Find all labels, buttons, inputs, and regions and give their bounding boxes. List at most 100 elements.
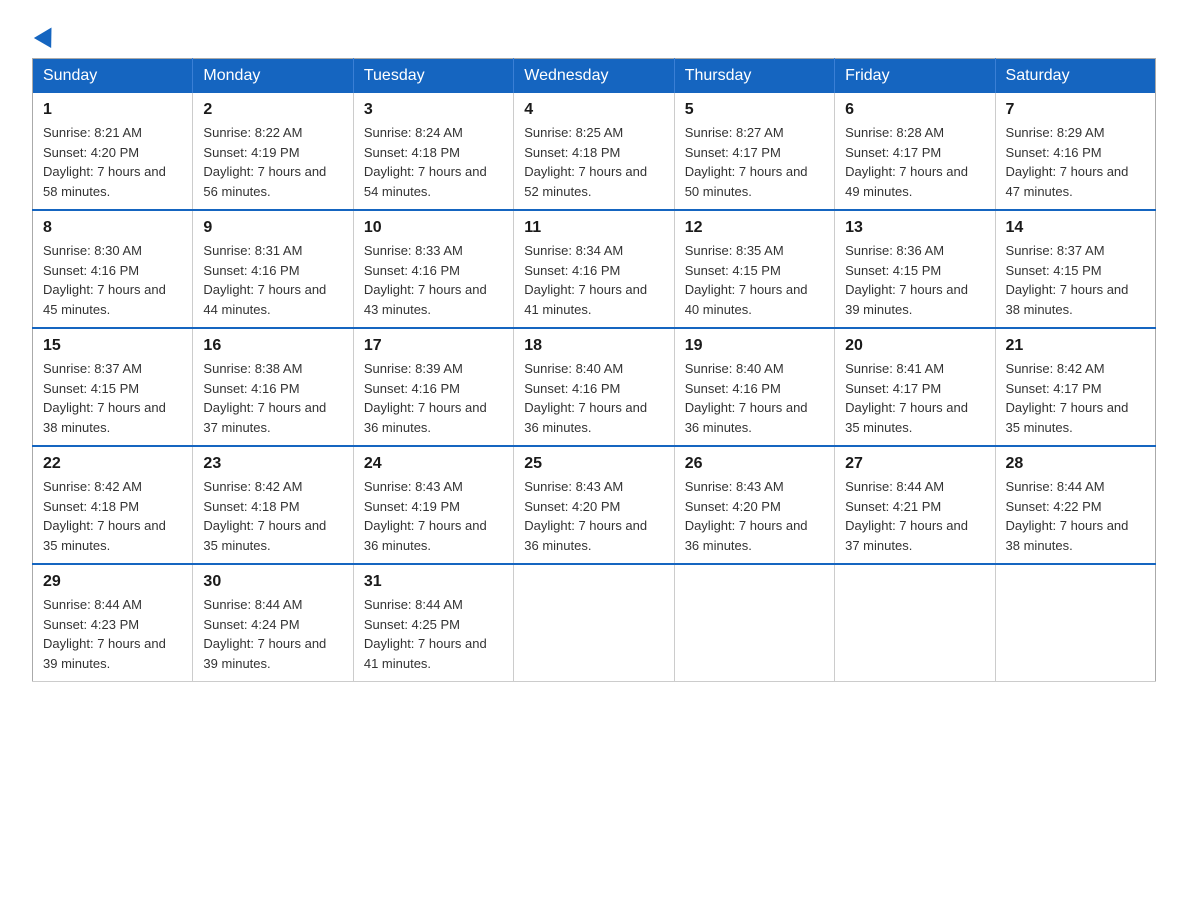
day-info: Sunrise: 8:27 AMSunset: 4:17 PMDaylight:… <box>685 125 808 199</box>
day-info: Sunrise: 8:40 AMSunset: 4:16 PMDaylight:… <box>685 361 808 435</box>
calendar-week-row: 29 Sunrise: 8:44 AMSunset: 4:23 PMDaylig… <box>33 564 1156 682</box>
calendar-cell: 8 Sunrise: 8:30 AMSunset: 4:16 PMDayligh… <box>33 210 193 328</box>
day-number: 30 <box>203 573 342 591</box>
calendar-cell: 26 Sunrise: 8:43 AMSunset: 4:20 PMDaylig… <box>674 446 834 564</box>
day-number: 31 <box>364 573 503 591</box>
day-number: 2 <box>203 101 342 119</box>
calendar-cell <box>514 564 674 682</box>
weekday-header-sunday: Sunday <box>33 59 193 94</box>
day-info: Sunrise: 8:43 AMSunset: 4:20 PMDaylight:… <box>524 479 647 553</box>
calendar-cell: 7 Sunrise: 8:29 AMSunset: 4:16 PMDayligh… <box>995 93 1155 210</box>
calendar-week-row: 8 Sunrise: 8:30 AMSunset: 4:16 PMDayligh… <box>33 210 1156 328</box>
day-number: 6 <box>845 101 984 119</box>
calendar-week-row: 1 Sunrise: 8:21 AMSunset: 4:20 PMDayligh… <box>33 93 1156 210</box>
day-number: 23 <box>203 455 342 473</box>
calendar-cell: 28 Sunrise: 8:44 AMSunset: 4:22 PMDaylig… <box>995 446 1155 564</box>
day-number: 13 <box>845 219 984 237</box>
day-info: Sunrise: 8:21 AMSunset: 4:20 PMDaylight:… <box>43 125 166 199</box>
day-number: 8 <box>43 219 182 237</box>
day-number: 21 <box>1006 337 1145 355</box>
day-number: 19 <box>685 337 824 355</box>
calendar-cell: 13 Sunrise: 8:36 AMSunset: 4:15 PMDaylig… <box>835 210 995 328</box>
day-number: 17 <box>364 337 503 355</box>
day-info: Sunrise: 8:43 AMSunset: 4:20 PMDaylight:… <box>685 479 808 553</box>
calendar-cell: 6 Sunrise: 8:28 AMSunset: 4:17 PMDayligh… <box>835 93 995 210</box>
day-info: Sunrise: 8:24 AMSunset: 4:18 PMDaylight:… <box>364 125 487 199</box>
logo-blue-text <box>32 28 56 46</box>
calendar-cell: 19 Sunrise: 8:40 AMSunset: 4:16 PMDaylig… <box>674 328 834 446</box>
day-info: Sunrise: 8:28 AMSunset: 4:17 PMDaylight:… <box>845 125 968 199</box>
day-info: Sunrise: 8:38 AMSunset: 4:16 PMDaylight:… <box>203 361 326 435</box>
logo-triangle-icon <box>34 22 60 48</box>
header <box>32 24 1156 46</box>
calendar-cell: 16 Sunrise: 8:38 AMSunset: 4:16 PMDaylig… <box>193 328 353 446</box>
day-number: 11 <box>524 219 663 237</box>
day-number: 28 <box>1006 455 1145 473</box>
day-number: 29 <box>43 573 182 591</box>
logo <box>32 24 56 46</box>
day-number: 25 <box>524 455 663 473</box>
calendar-cell: 14 Sunrise: 8:37 AMSunset: 4:15 PMDaylig… <box>995 210 1155 328</box>
day-number: 22 <box>43 455 182 473</box>
calendar-cell: 12 Sunrise: 8:35 AMSunset: 4:15 PMDaylig… <box>674 210 834 328</box>
calendar-cell: 29 Sunrise: 8:44 AMSunset: 4:23 PMDaylig… <box>33 564 193 682</box>
day-number: 7 <box>1006 101 1145 119</box>
day-info: Sunrise: 8:22 AMSunset: 4:19 PMDaylight:… <box>203 125 326 199</box>
day-info: Sunrise: 8:44 AMSunset: 4:21 PMDaylight:… <box>845 479 968 553</box>
day-number: 5 <box>685 101 824 119</box>
day-info: Sunrise: 8:41 AMSunset: 4:17 PMDaylight:… <box>845 361 968 435</box>
calendar-cell: 5 Sunrise: 8:27 AMSunset: 4:17 PMDayligh… <box>674 93 834 210</box>
calendar-cell: 21 Sunrise: 8:42 AMSunset: 4:17 PMDaylig… <box>995 328 1155 446</box>
day-info: Sunrise: 8:29 AMSunset: 4:16 PMDaylight:… <box>1006 125 1129 199</box>
day-info: Sunrise: 8:35 AMSunset: 4:15 PMDaylight:… <box>685 243 808 317</box>
day-info: Sunrise: 8:37 AMSunset: 4:15 PMDaylight:… <box>43 361 166 435</box>
calendar-cell: 18 Sunrise: 8:40 AMSunset: 4:16 PMDaylig… <box>514 328 674 446</box>
calendar-cell: 31 Sunrise: 8:44 AMSunset: 4:25 PMDaylig… <box>353 564 513 682</box>
weekday-header-wednesday: Wednesday <box>514 59 674 94</box>
weekday-header-saturday: Saturday <box>995 59 1155 94</box>
weekday-header-thursday: Thursday <box>674 59 834 94</box>
weekday-header-tuesday: Tuesday <box>353 59 513 94</box>
day-number: 4 <box>524 101 663 119</box>
calendar-cell: 15 Sunrise: 8:37 AMSunset: 4:15 PMDaylig… <box>33 328 193 446</box>
day-info: Sunrise: 8:44 AMSunset: 4:23 PMDaylight:… <box>43 597 166 671</box>
day-number: 10 <box>364 219 503 237</box>
day-info: Sunrise: 8:36 AMSunset: 4:15 PMDaylight:… <box>845 243 968 317</box>
calendar-cell <box>995 564 1155 682</box>
calendar-cell <box>835 564 995 682</box>
calendar-week-row: 22 Sunrise: 8:42 AMSunset: 4:18 PMDaylig… <box>33 446 1156 564</box>
calendar-cell: 27 Sunrise: 8:44 AMSunset: 4:21 PMDaylig… <box>835 446 995 564</box>
day-info: Sunrise: 8:39 AMSunset: 4:16 PMDaylight:… <box>364 361 487 435</box>
calendar-cell: 3 Sunrise: 8:24 AMSunset: 4:18 PMDayligh… <box>353 93 513 210</box>
day-info: Sunrise: 8:40 AMSunset: 4:16 PMDaylight:… <box>524 361 647 435</box>
calendar-cell: 24 Sunrise: 8:43 AMSunset: 4:19 PMDaylig… <box>353 446 513 564</box>
day-info: Sunrise: 8:25 AMSunset: 4:18 PMDaylight:… <box>524 125 647 199</box>
weekday-header-row: SundayMondayTuesdayWednesdayThursdayFrid… <box>33 59 1156 94</box>
day-number: 12 <box>685 219 824 237</box>
weekday-header-monday: Monday <box>193 59 353 94</box>
day-info: Sunrise: 8:37 AMSunset: 4:15 PMDaylight:… <box>1006 243 1129 317</box>
day-info: Sunrise: 8:42 AMSunset: 4:17 PMDaylight:… <box>1006 361 1129 435</box>
calendar-table: SundayMondayTuesdayWednesdayThursdayFrid… <box>32 58 1156 682</box>
weekday-header-friday: Friday <box>835 59 995 94</box>
day-number: 9 <box>203 219 342 237</box>
day-info: Sunrise: 8:31 AMSunset: 4:16 PMDaylight:… <box>203 243 326 317</box>
calendar-cell: 17 Sunrise: 8:39 AMSunset: 4:16 PMDaylig… <box>353 328 513 446</box>
calendar-cell: 9 Sunrise: 8:31 AMSunset: 4:16 PMDayligh… <box>193 210 353 328</box>
calendar-cell: 23 Sunrise: 8:42 AMSunset: 4:18 PMDaylig… <box>193 446 353 564</box>
calendar-cell: 25 Sunrise: 8:43 AMSunset: 4:20 PMDaylig… <box>514 446 674 564</box>
day-info: Sunrise: 8:43 AMSunset: 4:19 PMDaylight:… <box>364 479 487 553</box>
day-info: Sunrise: 8:42 AMSunset: 4:18 PMDaylight:… <box>43 479 166 553</box>
calendar-cell: 10 Sunrise: 8:33 AMSunset: 4:16 PMDaylig… <box>353 210 513 328</box>
day-info: Sunrise: 8:33 AMSunset: 4:16 PMDaylight:… <box>364 243 487 317</box>
day-info: Sunrise: 8:42 AMSunset: 4:18 PMDaylight:… <box>203 479 326 553</box>
day-number: 27 <box>845 455 984 473</box>
calendar-cell: 2 Sunrise: 8:22 AMSunset: 4:19 PMDayligh… <box>193 93 353 210</box>
calendar-cell: 1 Sunrise: 8:21 AMSunset: 4:20 PMDayligh… <box>33 93 193 210</box>
day-number: 16 <box>203 337 342 355</box>
day-number: 1 <box>43 101 182 119</box>
day-info: Sunrise: 8:34 AMSunset: 4:16 PMDaylight:… <box>524 243 647 317</box>
day-info: Sunrise: 8:44 AMSunset: 4:24 PMDaylight:… <box>203 597 326 671</box>
day-number: 20 <box>845 337 984 355</box>
day-info: Sunrise: 8:44 AMSunset: 4:22 PMDaylight:… <box>1006 479 1129 553</box>
